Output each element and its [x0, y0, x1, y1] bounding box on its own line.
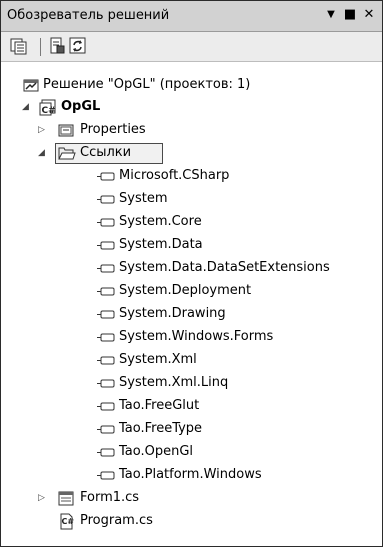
form-icon: [58, 491, 74, 506]
svg-text:C#: C#: [62, 517, 75, 526]
form1-label: Form1.cs: [80, 490, 140, 505]
reference-icon: [97, 425, 115, 434]
reference-item[interactable]: System: [1, 188, 382, 210]
reference-icon: [97, 218, 115, 227]
program-label: Program.cs: [80, 513, 153, 528]
reference-icon: [97, 287, 115, 296]
expand-arrow-icon[interactable]: ▷: [38, 119, 45, 141]
tree-item-properties[interactable]: ▷ Properties: [1, 119, 382, 141]
reference-item[interactable]: System.Windows.Forms: [1, 326, 382, 348]
reference-icon: [97, 172, 115, 181]
reference-icon: [97, 448, 115, 457]
reference-icon: [97, 333, 115, 342]
reference-label: System.Xml: [119, 352, 197, 367]
reference-label: System: [119, 191, 168, 206]
reference-item[interactable]: System.Xml.Linq: [1, 372, 382, 394]
reference-icon: [97, 310, 115, 319]
references-label: Ссылки: [80, 145, 132, 160]
reference-icon: [97, 264, 115, 273]
project-label: OpGL: [61, 99, 101, 114]
reference-item[interactable]: System.Drawing: [1, 303, 382, 325]
reference-label: Microsoft.CSharp: [119, 168, 230, 183]
panel-title: Обозреватель решений: [7, 8, 170, 23]
reference-label: System.Deployment: [119, 283, 252, 298]
reference-item[interactable]: Tao.FreeGlut: [1, 395, 382, 417]
expand-arrow-icon[interactable]: ▷: [38, 487, 45, 509]
tree-item-project[interactable]: ◢ C# OpGL: [1, 96, 382, 118]
toolbar: [1, 32, 382, 62]
reference-icon: [97, 241, 115, 250]
reference-label: Tao.FreeType: [119, 421, 203, 436]
reference-icon: [97, 379, 115, 388]
reference-icon: [97, 402, 115, 411]
solution-explorer-panel: Обозреватель решений ▼ ■ ✕ Решение "OpGL…: [0, 0, 383, 547]
svg-text:C#: C#: [42, 106, 56, 116]
reference-item[interactable]: Tao.Platform.Windows: [1, 464, 382, 486]
reference-item[interactable]: Tao.OpenGl: [1, 441, 382, 463]
tree-item-references[interactable]: ◢ Ссылки: [1, 142, 382, 164]
reference-label: System.Windows.Forms: [119, 329, 274, 344]
reference-item[interactable]: System.Deployment: [1, 280, 382, 302]
csharp-project-icon: C#: [39, 99, 56, 116]
reference-icon: [97, 356, 115, 365]
collapse-all-icon[interactable]: [10, 37, 28, 55]
reference-icon: [97, 195, 115, 204]
reference-item[interactable]: System.Xml: [1, 349, 382, 371]
reference-label: System.Drawing: [119, 306, 226, 321]
reference-item[interactable]: System.Data.DataSetExtensions: [1, 257, 382, 279]
window-position-dropdown-icon[interactable]: ▼: [323, 5, 339, 25]
reference-item[interactable]: System.Core: [1, 211, 382, 233]
reference-item[interactable]: System.Data: [1, 234, 382, 256]
collapse-arrow-icon[interactable]: ◢: [38, 142, 45, 164]
reference-label: System.Data.DataSetExtensions: [119, 260, 330, 275]
tree-item-solution[interactable]: Решение "OpGL" (проектов: 1): [1, 74, 382, 96]
refresh-icon[interactable]: [69, 37, 87, 55]
tree-item-program[interactable]: C# Program.cs: [1, 510, 382, 532]
reference-label: System.Data: [119, 237, 203, 252]
reference-item[interactable]: Tao.FreeType: [1, 418, 382, 440]
reference-label: Tao.Platform.Windows: [119, 467, 262, 482]
solution-label: Решение "OpGL" (проектов: 1): [43, 77, 251, 92]
csharp-file-icon: C#: [60, 513, 75, 530]
solution-icon: [23, 79, 39, 92]
properties-label: Properties: [80, 122, 146, 137]
panel-title-bar: Обозреватель решений ▼ ■ ✕: [1, 1, 382, 32]
maximize-icon[interactable]: ■: [342, 5, 358, 25]
toolbar-separator: [40, 38, 41, 56]
tree-item-form1[interactable]: ▷ Form1.cs: [1, 487, 382, 509]
reference-item[interactable]: Microsoft.CSharp: [1, 165, 382, 187]
properties-folder-icon: [58, 124, 74, 137]
reference-label: Tao.FreeGlut: [119, 398, 200, 413]
reference-icon: [97, 471, 115, 480]
reference-label: Tao.OpenGl: [119, 444, 194, 459]
reference-label: System.Xml.Linq: [119, 375, 229, 390]
open-folder-icon: [58, 147, 76, 160]
collapse-arrow-icon[interactable]: ◢: [22, 96, 29, 118]
reference-label: System.Core: [119, 214, 202, 229]
close-icon[interactable]: ✕: [361, 5, 377, 25]
properties-icon[interactable]: [48, 37, 66, 55]
